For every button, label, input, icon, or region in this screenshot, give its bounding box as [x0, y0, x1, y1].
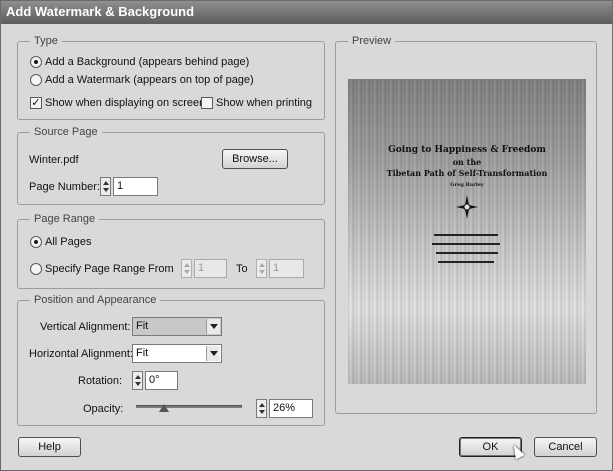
page-number-label: Page Number: — [29, 181, 100, 193]
opacity-label: Opacity: — [83, 403, 124, 415]
watermark-radio[interactable] — [30, 74, 42, 86]
tibetan-text-line-4 — [438, 261, 494, 263]
specify-range-label[interactable]: Specify Page Range — [45, 262, 145, 276]
to-field[interactable]: 1 — [269, 259, 304, 278]
book-title-line-3: Tibetan Path of Self-Transformation — [386, 168, 548, 178]
page-range-group: Page Range All Pages Specify Page Range … — [17, 213, 325, 289]
to-label: To — [236, 263, 248, 275]
source-page-group: Source Page Winter.pdf Browse... Page Nu… — [17, 126, 325, 205]
preview-page: Going to Happiness & Freedom on the Tibe… — [348, 79, 586, 384]
watermark-radio-label[interactable]: Add a Watermark (appears on top of page) — [45, 73, 254, 87]
rotation-label: Rotation: — [78, 375, 123, 387]
all-pages-radio[interactable] — [30, 236, 42, 248]
preview-legend: Preview — [348, 35, 396, 48]
source-page-legend: Source Page — [30, 126, 102, 139]
help-button[interactable]: Help — [18, 437, 81, 457]
opacity-slider-thumb[interactable] — [158, 404, 169, 412]
show-when-printing-label[interactable]: Show when printing — [216, 96, 312, 110]
dialog-title: Add Watermark & Background — [1, 1, 612, 24]
browse-button[interactable]: Browse... — [222, 149, 288, 169]
background-radio-label[interactable]: Add a Background (appears behind page) — [45, 55, 249, 69]
compass-emblem-icon — [456, 195, 478, 219]
opacity-stepper[interactable] — [256, 399, 267, 418]
background-radio[interactable] — [30, 56, 42, 68]
show-on-screen-label[interactable]: Show when displaying on screen — [45, 96, 205, 110]
preview-group: Preview Going to Happiness & Freedom on … — [335, 35, 597, 414]
horizontal-alignment-value: Fit — [136, 347, 149, 359]
book-title-line-1: Going to Happiness & Freedom — [388, 145, 546, 155]
chevron-down-icon[interactable] — [206, 346, 220, 361]
source-file-name: Winter.pdf — [29, 154, 79, 166]
chevron-down-icon[interactable] — [206, 319, 220, 334]
page-range-legend: Page Range — [30, 213, 100, 226]
horizontal-alignment-label: Horizontal Alignment: — [29, 348, 133, 360]
vertical-alignment-value: Fit — [136, 320, 149, 332]
opacity-slider-track[interactable] — [136, 405, 242, 408]
page-number-field[interactable]: 1 — [113, 177, 158, 196]
page-number-stepper[interactable] — [100, 177, 111, 196]
book-title-line-2: on the — [452, 157, 482, 167]
add-watermark-dialog: Add Watermark & Background Type Add a Ba… — [0, 0, 613, 471]
to-stepper[interactable] — [256, 259, 267, 278]
tibetan-text-line-1 — [434, 234, 498, 236]
vertical-alignment-select[interactable]: Fit — [132, 317, 222, 336]
from-field[interactable]: 1 — [194, 259, 227, 278]
all-pages-label[interactable]: All Pages — [45, 235, 91, 249]
from-stepper[interactable] — [181, 259, 192, 278]
tibetan-text-line-3 — [436, 252, 498, 254]
forest-background-image — [348, 79, 586, 384]
from-label: From — [148, 263, 174, 275]
vertical-alignment-label: Vertical Alignment: — [40, 321, 131, 333]
position-appearance-legend: Position and Appearance — [30, 294, 161, 307]
rotation-stepper[interactable] — [132, 371, 143, 390]
cancel-button[interactable]: Cancel — [534, 437, 597, 457]
rotation-field[interactable]: 0° — [145, 371, 178, 390]
position-appearance-group: Position and Appearance Vertical Alignme… — [17, 294, 325, 426]
show-when-printing-checkbox[interactable] — [201, 97, 213, 109]
book-author: Greg Barley — [450, 182, 484, 188]
show-on-screen-checkbox[interactable]: ✓ — [30, 97, 42, 109]
horizontal-alignment-select[interactable]: Fit — [132, 344, 222, 363]
specify-range-radio[interactable] — [30, 263, 42, 275]
tibetan-text-line-2 — [432, 243, 500, 245]
opacity-field[interactable]: 26% — [269, 399, 313, 418]
type-group: Type Add a Background (appears behind pa… — [17, 35, 325, 120]
type-legend: Type — [30, 35, 62, 48]
